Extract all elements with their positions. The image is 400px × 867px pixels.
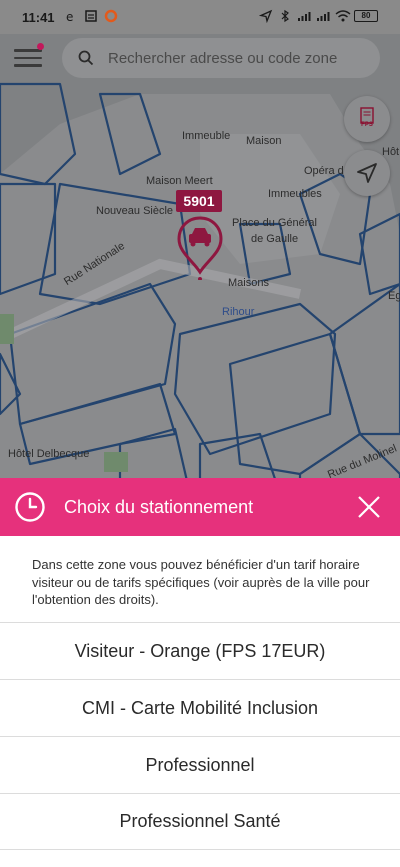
map-label-maison-meert: Maison Meert <box>146 175 213 187</box>
map-label-eg: Eg <box>388 290 400 302</box>
location-arrow-icon <box>258 9 273 24</box>
notification-icon <box>84 9 98 23</box>
navigation-arrow-icon <box>357 163 377 183</box>
map-label-immeubles: Immeubles <box>268 188 322 200</box>
parking-choice-sheet: Dans cette zone vous pouvez bénéficier d… <box>0 536 400 867</box>
parking-pin-icon[interactable] <box>174 214 226 280</box>
fps-label: FPS <box>361 122 373 128</box>
fps-ticket-icon <box>360 107 374 124</box>
notification-dot <box>37 43 44 50</box>
status-bar: 11:41 e 80 <box>0 0 400 34</box>
option-visitor[interactable]: Visiteur - Orange (FPS 17EUR) <box>0 622 400 679</box>
option-professional[interactable]: Professionnel <box>0 736 400 793</box>
map-label-hotel-delbecque: Hôtel Delbecque <box>8 448 90 460</box>
option-cmi[interactable]: CMI - Carte Mobilité Inclusion <box>0 679 400 736</box>
map-view[interactable]: Immeuble Maison Opéra d Hôt Maison Meert… <box>0 34 400 494</box>
map-label-maison: Maison <box>246 135 282 147</box>
sheet-description: Dans cette zone vous pouvez bénéficier d… <box>32 557 370 607</box>
sheet-title: Choix du stationnement <box>64 497 254 517</box>
map-label-place: Place du Général <box>232 217 317 229</box>
map-label-immeuble: Immeuble <box>182 130 231 142</box>
browser-icon: e <box>64 9 78 24</box>
svg-text:e: e <box>66 10 73 23</box>
locate-me-button[interactable] <box>344 150 390 196</box>
parking-choice-header: Choix du stationnement <box>0 478 400 536</box>
close-button[interactable] <box>356 494 382 520</box>
search-bar[interactable] <box>62 38 380 78</box>
zone-code-tag[interactable]: 5901 <box>176 190 222 212</box>
fps-button[interactable]: FPS <box>344 96 390 142</box>
signal-icon <box>297 9 311 23</box>
close-icon <box>358 496 380 518</box>
option-professional-health[interactable]: Professionnel Santé <box>0 793 400 850</box>
map-label-maisons: Maisons <box>228 277 269 289</box>
map-label-opera: Opéra d <box>304 165 344 177</box>
map-label-rihour: Rihour <box>222 306 255 318</box>
bluetooth-icon <box>278 9 292 23</box>
signal-icon-2 <box>316 9 330 23</box>
status-time: 11:41 <box>22 10 55 25</box>
app-ring-icon <box>104 9 118 23</box>
search-input[interactable] <box>108 46 373 70</box>
search-icon <box>78 50 94 66</box>
wifi-icon <box>335 9 351 23</box>
option-list: Visiteur - Orange (FPS 17EUR) CMI - Cart… <box>0 622 400 850</box>
clock-icon <box>14 491 46 523</box>
menu-button[interactable] <box>14 43 44 72</box>
zone-code: 5901 <box>183 193 215 209</box>
battery-icon: 80 <box>354 10 378 22</box>
map-label-de-gaulle: de Gaulle <box>251 233 299 245</box>
map-label-nouveau-siecle: Nouveau Siècle <box>96 205 174 217</box>
battery-level: 80 <box>361 11 371 20</box>
